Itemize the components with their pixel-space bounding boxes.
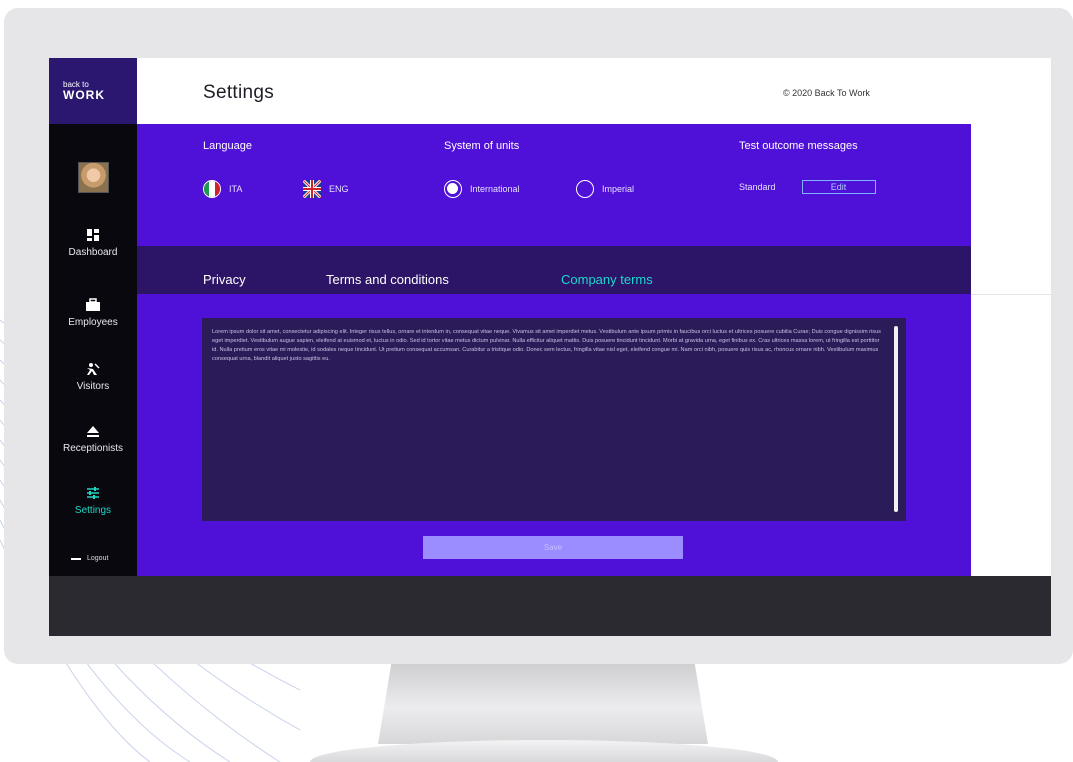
radio-unselected-icon <box>576 180 594 198</box>
company-terms-textarea[interactable]: Lorem ipsum dolor sit amet, consectetur … <box>202 318 906 521</box>
sidebar-item-label: Settings <box>74 505 112 516</box>
tab-privacy[interactable]: Privacy <box>203 272 246 287</box>
language-option-ita[interactable]: ITA <box>203 180 242 198</box>
monitor-frame: back to WORK Dashboard Employees Visitor… <box>4 8 1073 664</box>
textarea-scrollbar[interactable] <box>894 326 898 512</box>
save-button[interactable]: Save <box>423 536 683 559</box>
sidebar-item-label: Visitors <box>76 381 110 392</box>
language-option-eng[interactable]: ENG <box>303 180 349 198</box>
sidebar-item-receptionists[interactable]: Receptionists <box>49 424 137 454</box>
sidebar-item-label: Employees <box>68 317 118 328</box>
page-title: Settings <box>203 82 275 103</box>
company-terms-panel: Lorem ipsum dolor sit amet, consectetur … <box>137 294 971 576</box>
units-option-label: Imperial <box>602 184 635 194</box>
test-outcome-title: Test outcome messages <box>739 140 858 152</box>
app-screen: back to WORK Dashboard Employees Visitor… <box>49 58 1051 636</box>
sidebar-item-settings[interactable]: Settings <box>49 486 137 516</box>
units-option-imperial[interactable]: Imperial <box>576 180 634 198</box>
test-outcome-row: Standard Edit <box>739 180 876 194</box>
sliders-icon <box>87 487 99 499</box>
sidebar-item-dashboard[interactable]: Dashboard <box>49 228 137 258</box>
uk-flag-icon <box>303 180 321 198</box>
units-title: System of units <box>444 140 520 152</box>
copyright-text: © 2020 Back To Work <box>783 88 870 98</box>
page-header: Settings © 2020 Back To Work <box>137 58 1051 124</box>
settings-panel: Language ITA ENG System of units Interna… <box>137 124 971 246</box>
italy-flag-icon <box>203 180 221 198</box>
language-option-label: ENG <box>329 184 349 194</box>
logo-text-big: WORK <box>63 88 105 102</box>
language-option-label: ITA <box>229 184 243 194</box>
logout-icon <box>71 557 81 560</box>
monitor-stand <box>378 664 708 744</box>
logout-label: Logout <box>87 555 109 562</box>
edit-button[interactable]: Edit <box>801 180 876 194</box>
sidebar: back to WORK Dashboard Employees Visitor… <box>49 58 137 576</box>
sidebar-item-label: Receptionists <box>62 443 124 454</box>
visitor-icon <box>87 363 100 375</box>
dashboard-icon <box>87 229 99 241</box>
radio-selected-icon <box>444 180 462 198</box>
screen-bottom-bar <box>49 576 1051 636</box>
user-avatar[interactable] <box>78 162 109 193</box>
divider <box>971 294 1051 295</box>
sidebar-item-employees[interactable]: Employees <box>49 298 137 328</box>
test-outcome-value: Standard <box>739 182 776 192</box>
terms-tabs: Privacy Terms and conditions Company ter… <box>137 246 971 294</box>
tab-terms-and-conditions[interactable]: Terms and conditions <box>326 272 449 287</box>
tab-company-terms[interactable]: Company terms <box>561 272 653 287</box>
logout-button[interactable]: Logout <box>71 555 108 562</box>
units-option-label: International <box>470 184 520 194</box>
language-title: Language <box>203 140 252 152</box>
company-terms-text: Lorem ipsum dolor sit amet, consectetur … <box>212 329 881 362</box>
units-option-international[interactable]: International <box>444 180 520 198</box>
sidebar-item-label: Dashboard <box>68 247 118 258</box>
briefcase-icon <box>86 298 100 311</box>
brand-logo[interactable]: back to WORK <box>49 58 137 124</box>
eject-icon <box>87 426 99 437</box>
sidebar-item-visitors[interactable]: Visitors <box>49 362 137 392</box>
